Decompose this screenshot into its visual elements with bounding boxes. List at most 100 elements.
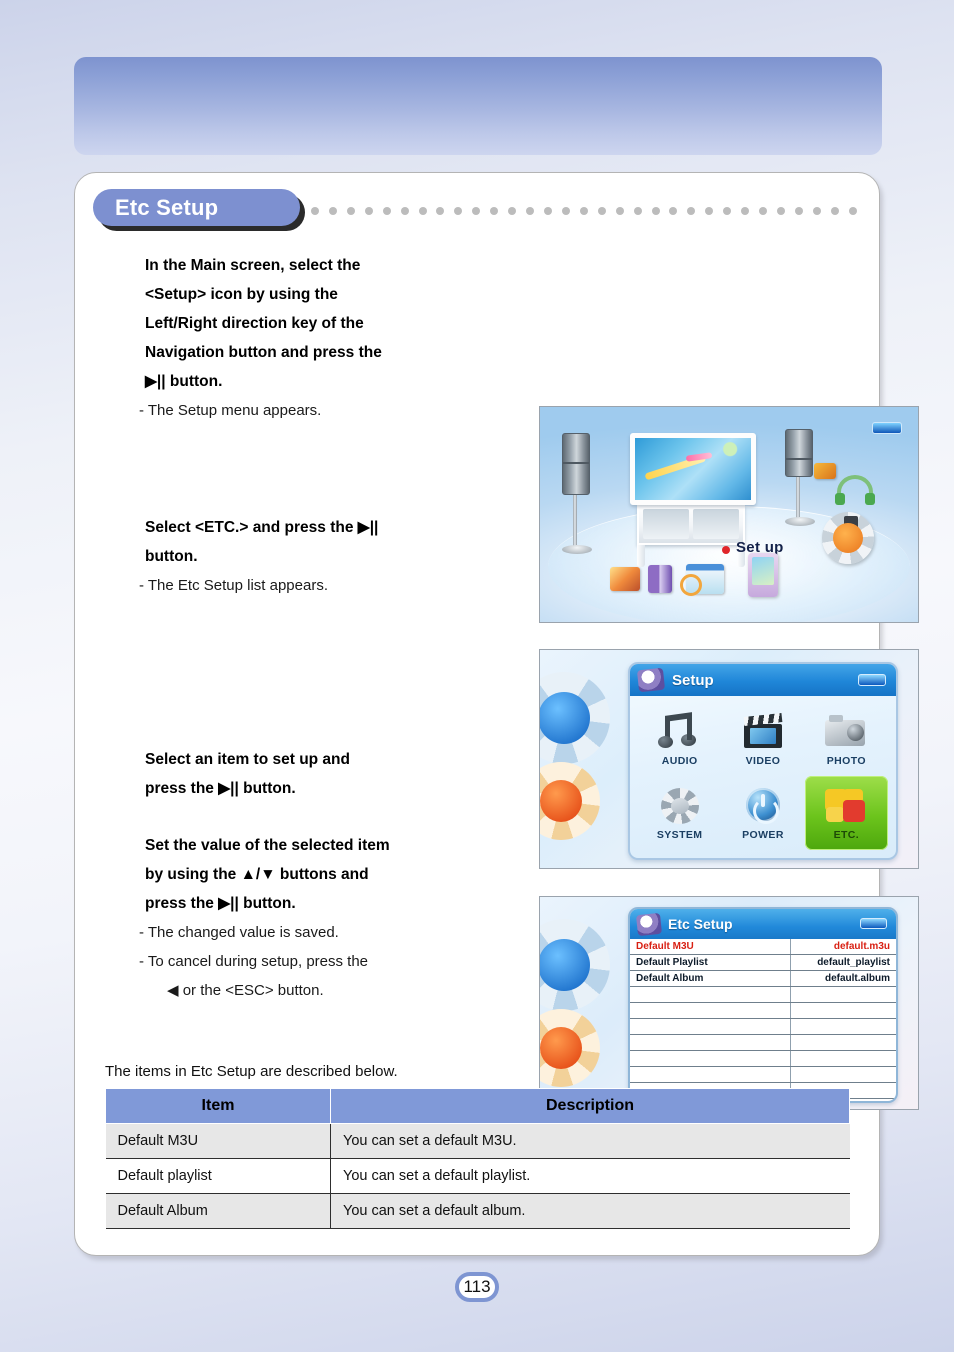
headphones-icon (835, 475, 875, 509)
etc-setup-title: Etc Setup (668, 916, 733, 932)
setup-item-photo[interactable]: PHOTO (805, 702, 888, 776)
etc-setup-rows: Default M3U default.m3u Default Playlist… (630, 939, 896, 1101)
etc-setup-empty-row[interactable] (630, 1035, 896, 1051)
table-cell-item: Default M3U (105, 1123, 331, 1159)
rule-dot (812, 207, 821, 215)
step-2-line-2: button. (145, 548, 198, 565)
rule-dot (830, 207, 839, 215)
rule-dot (472, 207, 481, 215)
step-3-line-1: Select an item to set up and (145, 751, 350, 768)
etc-setup-row-value: default.album (824, 973, 890, 984)
setup-menu-title: Setup (672, 671, 714, 689)
rule-dot (687, 207, 696, 215)
etc-setup-empty-row[interactable] (630, 1003, 896, 1019)
puzzle-icon (823, 786, 869, 826)
photo-album-icon (610, 567, 640, 591)
television-icon (630, 433, 756, 567)
book-icon (648, 565, 672, 593)
setup-gear-icon (822, 512, 874, 564)
setup-badge-icon (635, 912, 663, 936)
etc-setup-row[interactable]: Default Playlist default_playlist (630, 955, 896, 971)
step-2-note-1: - The Etc Setup list appears. (139, 577, 328, 594)
setup-item-system[interactable]: SYSTEM (638, 776, 721, 850)
setup-item-video[interactable]: VIDEO (721, 702, 804, 776)
step-1: In the Main screen, select the <Setup> i… (139, 251, 469, 425)
rule-dot (794, 207, 803, 215)
etc-setup-row[interactable]: Default Album default.album (630, 971, 896, 987)
step-4-note-1: - The changed value is saved. (139, 924, 339, 941)
rule-dot (543, 207, 552, 215)
table-cell-description: You can set a default playlist. (330, 1158, 850, 1194)
step-4-note-3: ◀ or the <ESC> button. (167, 982, 324, 999)
screenshot-setup-menu: Setup AUDIO VIDEO PHOTO SYSTEM POWER ETC… (539, 649, 919, 869)
etc-setup-row-value: default_playlist (817, 957, 890, 968)
decorative-gold-gear-icon (540, 1009, 600, 1087)
table-cell-item: Default playlist (105, 1158, 331, 1194)
rule-dot (382, 207, 391, 215)
table-row: Default Album You can set a default albu… (105, 1193, 850, 1229)
step-2: Select <ETC.> and press the ▶|| button. … (139, 513, 469, 600)
rule-dot (579, 207, 588, 215)
table-cell-description: You can set a default M3U. (330, 1123, 850, 1159)
setup-item-audio-label: AUDIO (661, 754, 698, 767)
decorative-gold-gear-icon (540, 762, 600, 840)
setup-menu-window: Setup AUDIO VIDEO PHOTO SYSTEM POWER ETC… (628, 662, 898, 860)
rule-dot (436, 207, 445, 215)
setup-item-power-label: POWER (742, 828, 784, 841)
etc-setup-titlebar: Etc Setup (630, 909, 896, 939)
step-4: Set the value of the selected item by us… (139, 831, 469, 1005)
battery-icon (872, 422, 902, 434)
page-number: 113 (455, 1272, 499, 1302)
rule-dot (705, 207, 714, 215)
power-icon (740, 786, 786, 826)
rule-dot (597, 207, 606, 215)
rule-dot (526, 207, 535, 215)
table-header-row: Item Description (105, 1088, 850, 1124)
table-header-description: Description (330, 1088, 850, 1124)
setup-item-audio[interactable]: AUDIO (638, 702, 721, 776)
step-1-line-2: <Setup> icon by using the (145, 286, 338, 303)
table-cell-description: You can set a default album. (330, 1193, 850, 1229)
setup-menu-titlebar: Setup (630, 664, 896, 696)
clapperboard-icon (740, 712, 786, 752)
rule-dot (454, 207, 463, 215)
screenshot-main-screen: Set up (539, 406, 919, 623)
step-3: Select an item to set up and press the ▶… (139, 745, 469, 803)
setup-badge-icon (636, 667, 666, 693)
step-3-line-2: press the ▶|| button. (145, 780, 296, 797)
rule-dot (723, 207, 732, 215)
setup-menu-grid: AUDIO VIDEO PHOTO SYSTEM POWER ETC. (630, 696, 896, 856)
etc-setup-empty-row[interactable] (630, 1067, 896, 1083)
rule-dot (311, 207, 319, 215)
pda-device-icon (748, 553, 778, 597)
step-4-line-2: by using the ▲/▼ buttons and (145, 866, 369, 883)
step-1-line-3: Left/Right direction key of the (145, 315, 364, 332)
page-card: Etc Setup In the Main screen, select the… (74, 172, 919, 1256)
step-1-line-5: ▶|| button. (145, 373, 223, 390)
decorative-blue-gear-icon (540, 672, 610, 764)
selection-dot-icon (722, 546, 730, 554)
section-title-pill: Etc Setup (93, 189, 305, 231)
etc-setup-empty-row[interactable] (630, 1051, 896, 1067)
browse-search-icon (680, 564, 724, 596)
rule-dot (364, 207, 373, 215)
step-1-line-4: Navigation button and press the (145, 344, 382, 361)
table-cell-item: Default Album (105, 1193, 331, 1229)
rule-dot (346, 207, 355, 215)
etc-setup-row-value: default.m3u (833, 941, 890, 952)
battery-icon (858, 674, 886, 686)
etc-setup-row-key: Default Album (636, 973, 704, 984)
rule-dot (669, 207, 678, 215)
setup-item-video-label: VIDEO (745, 754, 781, 767)
step-4-line-3: press the ▶|| button. (145, 895, 296, 912)
setup-item-power[interactable]: POWER (721, 776, 804, 850)
etc-setup-window: Etc Setup Default M3U default.m3u Defaul… (628, 907, 898, 1103)
header-banner (74, 57, 882, 155)
rule-dot (651, 207, 660, 215)
etc-setup-empty-row[interactable] (630, 1019, 896, 1035)
dotted-rule (311, 206, 857, 216)
etc-setup-empty-row[interactable] (630, 987, 896, 1003)
etc-setup-row-key: Default Playlist (636, 957, 708, 968)
etc-setup-row[interactable]: Default M3U default.m3u (630, 939, 896, 955)
setup-item-etc[interactable]: ETC. (804, 776, 888, 850)
